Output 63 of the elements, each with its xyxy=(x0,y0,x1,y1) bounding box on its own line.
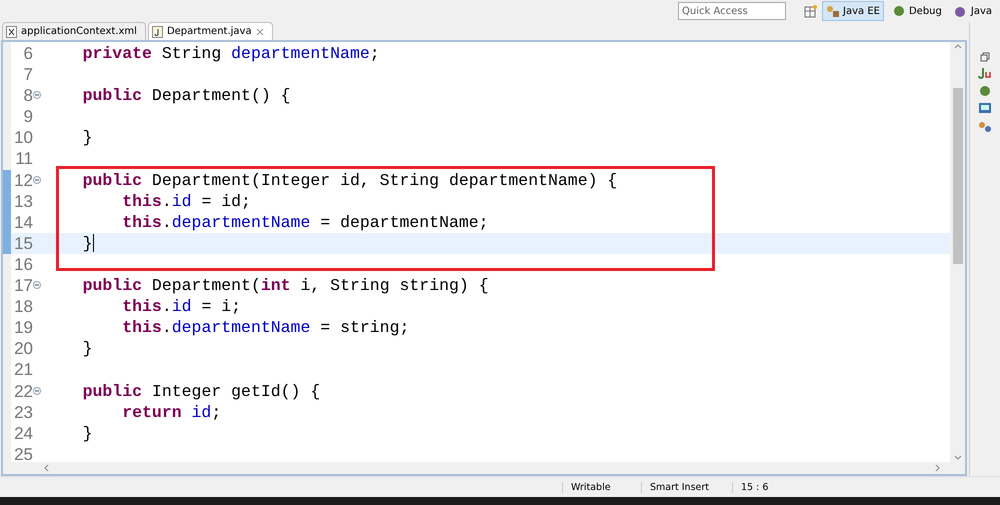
editor-tab[interactable]: Department.java xyxy=(148,22,273,40)
collapse-icon[interactable] xyxy=(33,176,41,184)
line-number: 10 xyxy=(13,127,33,148)
line-number: 16 xyxy=(13,254,33,276)
scroll-right-icon[interactable] xyxy=(933,464,941,472)
code-line: } xyxy=(82,232,95,254)
status-text: Writable xyxy=(562,482,641,492)
code-line: public Integer getId() { xyxy=(82,380,322,402)
java-file-icon xyxy=(152,26,163,38)
open-perspective-icon[interactable] xyxy=(804,4,818,18)
scrollbar-thumb[interactable] xyxy=(952,88,962,264)
line-number: 17 xyxy=(13,275,33,296)
perspective-icon xyxy=(826,4,840,18)
people-icon[interactable] xyxy=(978,120,992,134)
code-line: return id; xyxy=(121,402,222,423)
editor-tab[interactable]: applicationContext.xml xyxy=(2,22,146,40)
code-line: private String departmentName; xyxy=(82,43,381,64)
perspective-button[interactable]: Debug xyxy=(888,1,946,21)
junit-icon[interactable] xyxy=(978,66,992,80)
collapse-icon[interactable] xyxy=(33,281,41,290)
code-line: } xyxy=(82,422,94,444)
line-number: 20 xyxy=(13,338,33,360)
perspective-button[interactable]: Java EE xyxy=(822,1,884,21)
line-number: 14 xyxy=(13,212,33,233)
line-number: 8 xyxy=(22,85,33,106)
line-number: 13 xyxy=(13,190,33,212)
code-line: this.departmentName = departmentName; xyxy=(121,212,490,233)
close-icon[interactable] xyxy=(256,28,264,36)
line-number: 15 xyxy=(13,232,33,254)
line-number: 11 xyxy=(14,148,33,170)
code-line: public Department(Integer id, String departmentName) { xyxy=(82,170,618,191)
line-number: 25 xyxy=(13,444,33,465)
perspective-icon xyxy=(954,4,968,18)
line-number: 21 xyxy=(13,359,33,380)
text-cursor xyxy=(92,234,94,252)
code-line: } xyxy=(82,338,94,360)
code-line: this.departmentName = string; xyxy=(121,317,410,338)
code-line: public Department() { xyxy=(82,85,292,106)
code-line: this.id = id; xyxy=(121,190,252,212)
code-line: this.id = i; xyxy=(121,296,242,318)
quick-access-field[interactable]: Quick Access xyxy=(678,2,786,20)
collapse-icon[interactable] xyxy=(33,91,41,100)
line-number: 6 xyxy=(22,43,33,64)
code-line: public Department(int i, String string) { xyxy=(82,275,490,296)
line-number: 12 xyxy=(13,170,33,191)
code-line: } xyxy=(82,127,94,148)
line-number: 19 xyxy=(13,317,33,338)
line-number: 23 xyxy=(13,402,33,423)
collapse-icon[interactable] xyxy=(33,386,41,394)
perspective-button[interactable]: Java xyxy=(950,1,996,21)
scroll-left-icon[interactable] xyxy=(43,464,51,472)
scroll-down-icon[interactable] xyxy=(954,454,962,462)
xml-file-icon xyxy=(6,26,17,38)
line-number: 9 xyxy=(22,106,33,128)
line-number: 7 xyxy=(22,64,33,86)
status-text: 15 : 6 xyxy=(732,482,809,492)
line-number: 24 xyxy=(13,422,33,444)
scroll-up-icon[interactable] xyxy=(954,42,962,50)
line-number: 18 xyxy=(13,296,33,318)
status-text: Smart Insert xyxy=(641,482,732,492)
line-number: 22 xyxy=(13,380,33,402)
restore-icon[interactable] xyxy=(980,52,990,62)
monitor-icon[interactable] xyxy=(978,102,992,116)
